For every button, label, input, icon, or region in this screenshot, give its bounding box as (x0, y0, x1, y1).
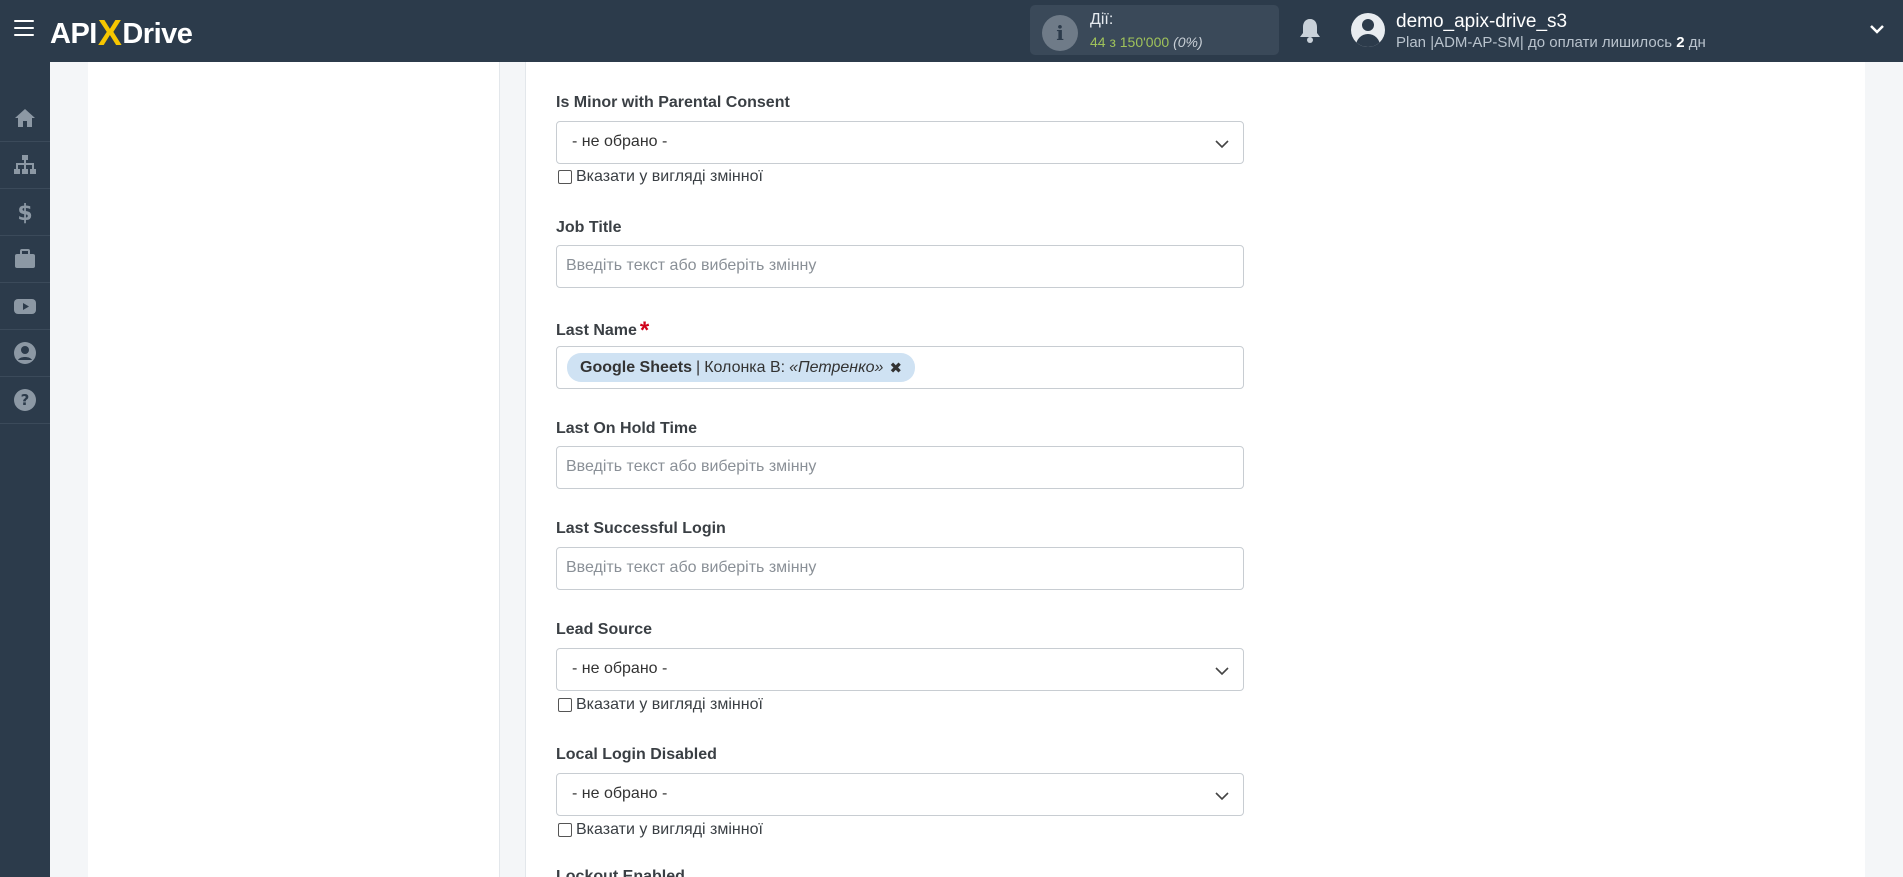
actions-count-value: 44 з 150'000 (1090, 34, 1170, 50)
bell-icon[interactable] (1299, 17, 1321, 43)
select-value: - не обрано - (572, 785, 668, 802)
username[interactable]: demo_apix-drive_s3 (1396, 11, 1567, 33)
chevron-down-icon (1215, 792, 1229, 801)
sidebar-item-connections[interactable] (0, 142, 50, 189)
actions-label: Дії: (1090, 11, 1114, 28)
sidebar-item-services[interactable] (0, 236, 50, 283)
actions-percent: (0%) (1173, 34, 1203, 50)
home-icon (15, 109, 35, 127)
actions-counter[interactable]: i Дії: 44 з 150'000 (0%) (1030, 5, 1279, 55)
user-circle-icon (14, 342, 36, 364)
checkbox-lead-source-variable[interactable]: Вказати у вигляді змінної (558, 696, 763, 714)
field-label-local-login-disabled: Local Login Disabled (556, 746, 717, 763)
input-placeholder: Введіть текст або виберіть змінну (566, 559, 817, 576)
select-local-login-disabled[interactable]: - не обрано - (556, 773, 1244, 816)
help-icon: ? (14, 389, 36, 411)
chevron-down-icon (1215, 667, 1229, 676)
dollar-icon: $ (17, 201, 32, 224)
youtube-icon (14, 299, 36, 314)
logo[interactable]: APIXDrive (50, 10, 193, 53)
checkbox[interactable] (558, 170, 572, 184)
input-placeholder: Введіть текст або виберіть змінну (566, 257, 817, 274)
field-label-lockout-enabled: Lockout Enabled (556, 868, 685, 877)
sidebar: $ ? (0, 62, 50, 877)
tag-separator: | (696, 358, 701, 376)
svg-text:?: ? (21, 391, 30, 409)
sidebar-item-billing[interactable]: $ (0, 189, 50, 236)
select-value: - не обрано - (572, 660, 668, 677)
logo-text-api: API (50, 18, 97, 50)
field-label-is-minor: Is Minor with Parental Consent (556, 94, 790, 111)
checkbox-label: Вказати у вигляді змінної (576, 696, 763, 713)
input-placeholder: Введіть текст або виберіть змінну (566, 458, 817, 475)
select-is-minor[interactable]: - не обрано - (556, 121, 1244, 164)
sidebar-item-profile[interactable] (0, 330, 50, 377)
checkbox-label: Вказати у вигляді змінної (576, 168, 763, 185)
checkbox[interactable] (558, 698, 572, 712)
logo-text-x: X (97, 12, 122, 53)
input-last-name[interactable]: Google Sheets | Колонка B: «Петренко» ✖ (556, 346, 1244, 389)
chevron-down-icon[interactable] (1870, 22, 1884, 36)
sidebar-item-home[interactable] (0, 95, 50, 142)
field-label-text: Last Name (556, 322, 637, 339)
top-bar: APIXDrive i Дії: 44 з 150'000 (0%) demo_… (0, 0, 1903, 62)
input-last-successful-login[interactable]: Введіть текст або виберіть змінну (556, 547, 1244, 590)
remove-tag-icon[interactable]: ✖ (889, 359, 902, 377)
menu-icon[interactable] (14, 20, 34, 36)
checkbox-is-minor-variable[interactable]: Вказати у вигляді змінної (558, 168, 763, 186)
sidebar-item-help[interactable]: ? (0, 377, 50, 424)
required-marker: * (639, 317, 650, 344)
variable-tag[interactable]: Google Sheets | Колонка B: «Петренко» ✖ (567, 353, 916, 382)
tag-column: Колонка B: (704, 358, 786, 376)
field-label-last-successful-login: Last Successful Login (556, 520, 726, 537)
briefcase-icon (15, 249, 35, 268)
sidebar-item-video[interactable] (0, 283, 50, 330)
sitemap-icon (14, 155, 36, 174)
svg-text:$: $ (17, 201, 32, 224)
checkbox[interactable] (558, 823, 572, 837)
chevron-down-icon (1215, 140, 1229, 149)
field-label-last-name: Last Name * (556, 314, 650, 344)
info-icon: i (1042, 15, 1078, 51)
select-lead-source[interactable]: - не обрано - (556, 648, 1244, 691)
actions-count: 44 з 150'000 (0%) (1090, 34, 1203, 50)
checkbox-label: Вказати у вигляді змінної (576, 821, 763, 838)
checkbox-local-login-disabled-variable[interactable]: Вказати у вигляді змінної (558, 821, 763, 839)
input-job-title[interactable]: Введіть текст або виберіть змінну (556, 245, 1244, 288)
plan-days: 2 (1676, 34, 1685, 51)
field-label-lead-source: Lead Source (556, 621, 653, 638)
logo-text-drive: Drive (122, 18, 193, 50)
left-panel (88, 62, 500, 877)
plan-info: Plan |ADM-AP-SM| до оплати лишилось 2 дн (1396, 34, 1706, 51)
field-label-last-on-hold-time: Last On Hold Time (556, 420, 698, 437)
tag-value: «Петренко» (789, 358, 884, 376)
field-label-job-title: Job Title (556, 219, 622, 236)
input-last-on-hold-time[interactable]: Введіть текст або виберіть змінну (556, 446, 1244, 489)
plan-text: Plan |ADM-AP-SM| до оплати лишилось (1396, 34, 1677, 51)
select-value: - не обрано - (572, 133, 668, 150)
plan-days-unit: дн (1684, 34, 1706, 51)
user-avatar-icon[interactable] (1351, 13, 1385, 47)
tag-source: Google Sheets (580, 358, 693, 376)
